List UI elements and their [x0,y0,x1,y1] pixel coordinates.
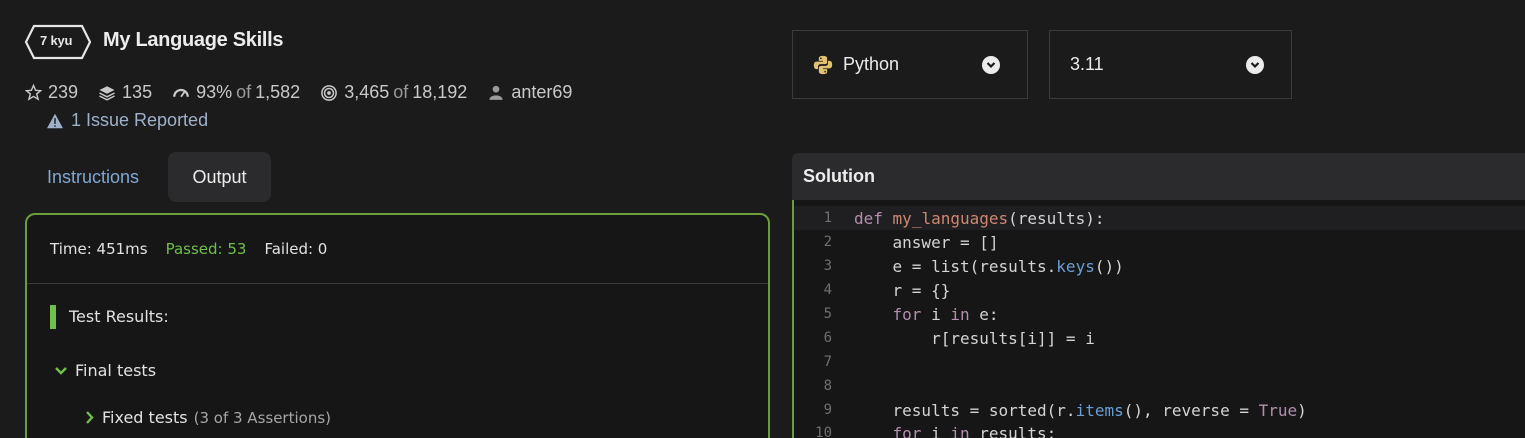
line-number: 6 [823,330,832,346]
code-text: for i in e: [892,304,999,324]
line-number: 8 [823,378,832,394]
chevron-down-icon [1246,55,1264,74]
warning-icon [46,113,64,129]
version-select[interactable]: 3.11 [1049,30,1292,99]
stars-count: 239 [48,82,79,102]
fixed-tests-group[interactable]: Fixed tests (3 of 3 Assertions) [85,408,331,427]
code-line[interactable]: 4 r = {} [794,278,1525,302]
author-name: anter69 [511,82,573,102]
code-text: answer = [] [854,232,999,252]
satisfaction-percent: 93% [196,82,233,102]
code-line[interactable]: 7 [794,350,1525,374]
output-panel: Time: 451ms Passed: 53 Failed: 0 Test Re… [25,213,770,438]
summary-divider [27,283,768,284]
line-number: 7 [823,354,832,370]
code-editor[interactable]: 1 def my_languages(results): 2 answer = … [792,200,1525,438]
completions-total: 18,192 [412,82,468,102]
code-line[interactable]: 1 def my_languages(results): [794,206,1525,230]
version-value: 3.11 [1070,54,1104,74]
summary-failed: Failed: 0 [264,240,328,258]
completions-stat: 3,465 of 18,192 [320,82,467,103]
line-number: 10 [815,425,832,438]
satisfaction-votes: 1,582 [255,82,301,102]
code-line[interactable]: 3 e = list(results.keys()) [794,254,1525,278]
test-results-heading: Test Results: [69,307,169,326]
line-number: 3 [823,258,832,274]
chevron-down-icon [55,366,67,376]
chevron-down-icon [982,55,1000,74]
code-line[interactable]: 5 for i in e: [794,302,1525,326]
tab-output[interactable]: Output [168,152,271,202]
final-tests-label: Final tests [75,361,157,380]
code-line[interactable]: 6 r[results[i]] = i [794,326,1525,350]
tab-instructions[interactable]: Instructions [25,152,161,202]
satisfaction-stat: 93% of 1,582 [172,82,300,103]
code-text: results = sorted(r.items(), reverse = Tr… [854,400,1307,420]
code-text: r[results[i]] = i [854,328,1095,348]
code-line[interactable]: 9 results = sorted(r.items(), reverse = … [794,398,1525,422]
line-number: 2 [823,234,832,250]
satisfaction-of: of [236,82,252,102]
code-line[interactable]: 10 for i in results: [794,421,1525,438]
code-text: def my_languages(results): [854,208,1105,228]
rank-badge: 7 kyu [24,24,92,60]
kata-page: 7 kyu My Language Skills 239 135 93% of … [0,0,1525,438]
test-summary: Time: 451ms Passed: 53 Failed: 0 [50,240,345,258]
rank-label: 7 kyu [40,33,73,48]
completions-count: 3,465 [344,82,390,102]
fixed-tests-label: Fixed tests [102,408,188,427]
fixed-tests-assertions: (3 of 3 Assertions) [193,408,331,427]
kata-stats: 239 135 93% of 1,582 3,465 of 18,192 ant… [24,82,592,103]
summary-time: Time: 451ms [50,240,148,258]
stars-stat[interactable]: 239 [24,82,78,103]
collections-stat[interactable]: 135 [98,82,152,103]
user-icon [487,84,505,102]
code-line[interactable]: 8 [794,374,1525,398]
star-icon [24,84,42,102]
line-number: 9 [823,402,832,418]
chevron-right-icon [85,411,94,424]
collections-count: 135 [122,82,153,102]
solution-header: Solution [792,153,1525,200]
issues-link[interactable]: 1 Issue Reported [46,110,208,131]
speedometer-icon [172,84,190,102]
target-icon [320,84,338,102]
kata-title[interactable]: My Language Skills [103,29,284,52]
code-text: e = list(results.keys()) [854,256,1124,276]
code-text: r = {} [854,280,951,300]
line-number: 5 [823,306,832,322]
summary-passed: Passed: 53 [165,240,247,258]
layers-icon [98,84,116,102]
code-line[interactable]: 2 answer = [] [794,230,1525,254]
final-tests-group[interactable]: Final tests [55,361,156,380]
author-stat[interactable]: anter69 [487,82,572,103]
code-text: for i in results: [892,423,1057,438]
line-number: 4 [823,282,832,298]
python-icon [813,55,833,75]
issues-label: 1 Issue Reported [71,110,209,130]
completions-of: of [393,82,409,102]
results-status-bar [50,305,56,329]
language-select[interactable]: Python [792,30,1028,99]
language-value: Python [843,54,900,74]
line-number: 1 [823,210,832,226]
